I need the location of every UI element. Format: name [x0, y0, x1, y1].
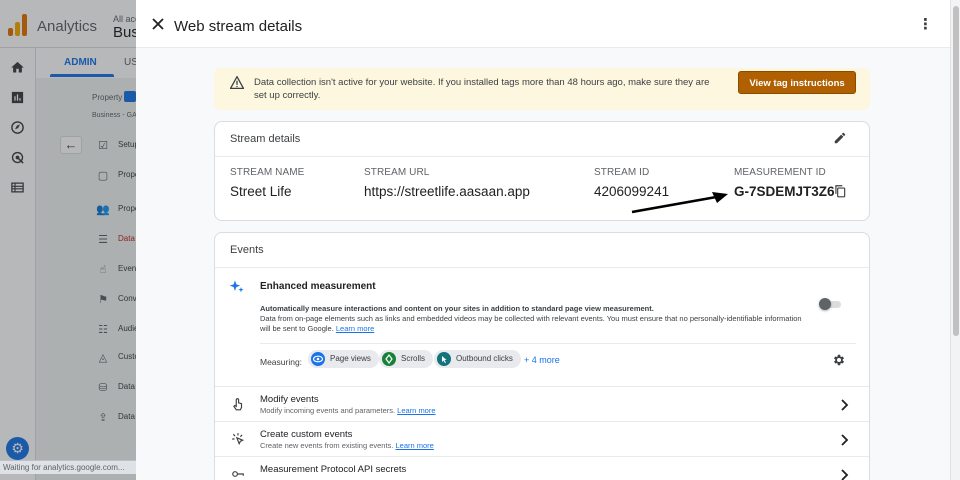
settings-gear-icon[interactable] [832, 353, 846, 367]
divider [260, 343, 856, 344]
modify-events-title: Modify events [260, 394, 319, 405]
more-measurements-link[interactable]: + 4 more [524, 355, 560, 365]
stream-details-title: Stream details [230, 133, 301, 145]
events-title: Events [230, 244, 264, 256]
enhanced-measurement-section: Enhanced measurement Automatically measu… [215, 269, 869, 387]
more-vert-icon[interactable]: ⋮ [918, 17, 933, 33]
enhanced-measurement-summary: Automatically measure interactions and c… [260, 304, 654, 313]
stream-url-value: https://streetlife.aasaan.app [364, 184, 530, 199]
warning-text: Data collection isn't active for your we… [254, 77, 710, 101]
stream-name-value: Street Life [230, 184, 292, 199]
key-icon [231, 467, 245, 480]
chevron-right-icon [839, 468, 849, 480]
stream-details-header: Stream details [215, 122, 869, 157]
chip-scrolls[interactable]: Scrolls [379, 350, 434, 368]
stream-details-card: Stream details STREAM NAME Street Life S… [214, 121, 870, 221]
scrollbar[interactable] [950, 0, 960, 480]
measuring-label: Measuring: [260, 357, 303, 367]
modify-events-subtitle: Modify incoming events and parameters. L… [260, 406, 436, 415]
stream-url-field: STREAM URL https://streetlife.aasaan.app [364, 167, 530, 199]
measurement-id-value[interactable]: G-7SDEMJT3Z6 [734, 184, 835, 199]
measurement-protocol-row[interactable]: Measurement Protocol API secrets [215, 456, 869, 480]
modify-events-row[interactable]: Modify events Modify incoming events and… [215, 386, 869, 422]
events-card: Events Enhanced measurement Automaticall… [214, 232, 870, 480]
learn-more-link[interactable]: Learn more [397, 406, 435, 415]
chip-page-views[interactable]: Page views [308, 350, 379, 368]
chip-outbound-clicks[interactable]: Outbound clicks [434, 350, 521, 368]
measurement-id-field: MEASUREMENT ID G-7SDEMJT3Z6 [734, 167, 835, 199]
create-custom-events-subtitle: Create new events from existing events. … [260, 441, 434, 450]
web-stream-details-panel: Web stream details ⋮ Data collection isn… [136, 0, 950, 480]
stream-name-field: STREAM NAME Street Life [230, 167, 305, 199]
panel-body: Data collection isn't active for your we… [136, 48, 950, 480]
enhanced-measurement-title: Enhanced measurement [260, 281, 376, 292]
touch-icon [231, 397, 245, 411]
edit-pencil-icon[interactable] [833, 131, 847, 145]
warning-icon [229, 75, 245, 89]
enhanced-measurement-toggle[interactable] [819, 298, 843, 310]
copy-icon[interactable] [833, 184, 847, 198]
close-icon[interactable] [150, 16, 166, 32]
create-event-icon [231, 432, 245, 446]
scrollbar-thumb[interactable] [953, 6, 959, 336]
annotation-arrow-icon [631, 192, 728, 214]
warning-banner: Data collection isn't active for your we… [214, 68, 870, 110]
create-custom-events-row[interactable]: Create custom events Create new events f… [215, 421, 869, 457]
panel-header: Web stream details ⋮ [136, 0, 950, 48]
chevron-right-icon [839, 433, 849, 446]
scroll-icon [382, 352, 396, 366]
create-custom-events-title: Create custom events [260, 429, 353, 440]
chevron-right-icon [839, 398, 849, 411]
learn-more-link[interactable]: Learn more [336, 324, 374, 333]
events-header: Events [215, 233, 869, 268]
eye-icon [311, 352, 325, 366]
learn-more-link[interactable]: Learn more [396, 441, 434, 450]
enhanced-measurement-description: Data from on-page elements such as links… [260, 314, 802, 333]
panel-title: Web stream details [174, 18, 303, 35]
measurement-protocol-title: Measurement Protocol API secrets [260, 464, 407, 475]
outbound-click-icon [437, 352, 451, 366]
sparkle-icon [229, 279, 245, 295]
view-tag-instructions-button[interactable]: View tag instructions [738, 71, 856, 94]
